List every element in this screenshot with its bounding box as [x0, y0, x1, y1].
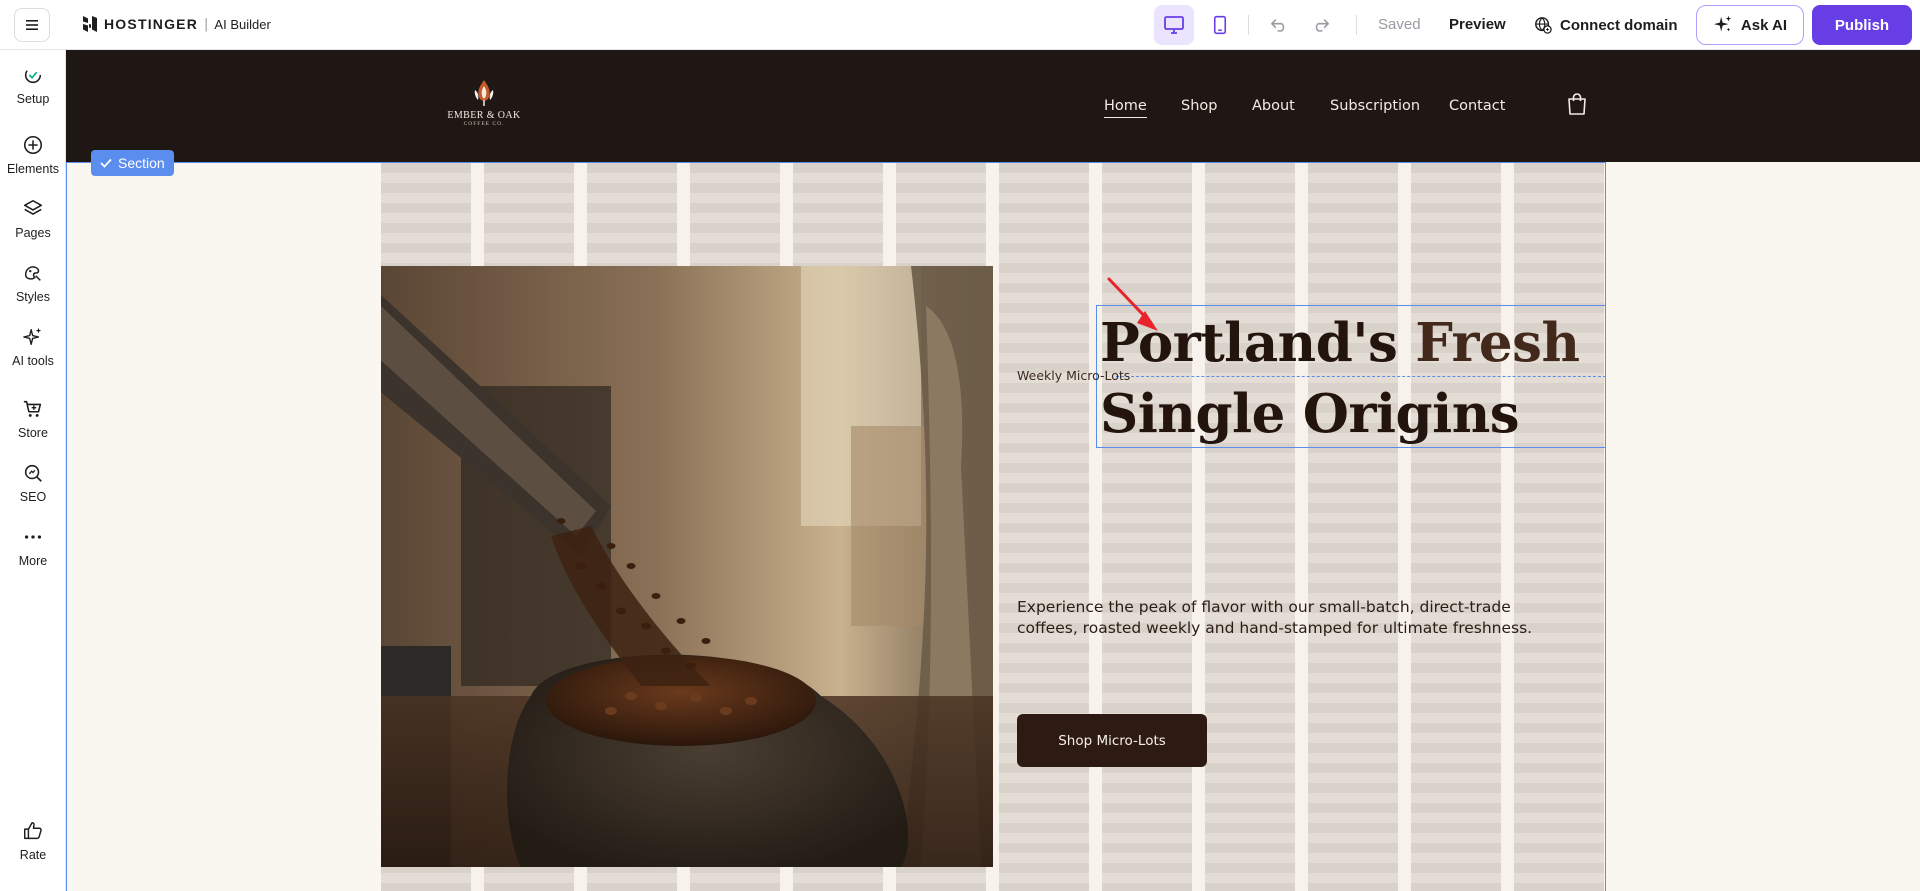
site-logo[interactable]: EMBER & OAK COFFEE CO. [446, 78, 522, 134]
check-icon [100, 158, 112, 168]
hero-eyebrow[interactable]: Weekly Micro-Lots [1017, 368, 1130, 383]
ask-ai-button[interactable]: Ask AI [1696, 5, 1804, 45]
logo-name: EMBER & OAK [447, 110, 521, 121]
layers-icon [23, 199, 43, 215]
connect-domain-button[interactable]: Connect domain [1534, 12, 1678, 38]
shopping-bag-icon[interactable] [1566, 92, 1588, 116]
divider [1356, 15, 1357, 35]
hero-heading[interactable]: Portland's Fresh Single Origins [1100, 308, 1580, 450]
mobile-view-button[interactable] [1200, 5, 1240, 45]
desktop-view-button[interactable] [1154, 5, 1194, 45]
nav-contact[interactable]: Contact [1449, 98, 1505, 114]
undo-button[interactable] [1262, 10, 1296, 40]
redo-icon [1315, 18, 1329, 32]
heading-accent: Fresh [1415, 312, 1580, 374]
thumbs-up-icon [24, 822, 42, 840]
builder-topbar: HOSTINGER | AI Builder Saved Preview Con… [0, 0, 1920, 50]
sidebar-item-styles[interactable]: Styles [0, 262, 66, 318]
sidebar-item-seo[interactable]: SEO [0, 462, 66, 518]
sidebar-item-pages[interactable]: Pages [0, 198, 66, 254]
hostinger-brand[interactable]: HOSTINGER | AI Builder [82, 15, 271, 33]
desktop-icon [1164, 16, 1184, 34]
ai-sparkle-icon [1713, 15, 1732, 32]
sidebar-item-label: AI tools [12, 354, 54, 368]
guide-line [1116, 376, 1606, 377]
preview-button[interactable]: Preview [1449, 16, 1506, 33]
logo-subtitle: COFFEE CO. [463, 121, 505, 127]
globe-icon [1535, 17, 1552, 34]
sidebar-item-elements[interactable]: Elements [0, 134, 66, 190]
nav-subscription[interactable]: Subscription [1330, 98, 1420, 114]
brand-separator: | [204, 16, 209, 32]
annotation-arrow-icon [1107, 277, 1158, 331]
cart-icon [23, 400, 42, 417]
editor-canvas[interactable]: EMBER & OAK COFFEE CO. Home Shop About S… [66, 50, 1920, 891]
sidebar-item-label: Store [18, 426, 48, 440]
flame-leaf-logo-icon [474, 80, 494, 106]
divider [1248, 15, 1249, 35]
hostinger-logo-icon [82, 15, 98, 33]
connect-domain-label: Connect domain [1560, 16, 1678, 34]
nav-shop[interactable]: Shop [1181, 98, 1217, 114]
menu-button[interactable] [14, 8, 50, 42]
hamburger-icon [26, 20, 38, 30]
nav-home[interactable]: Home [1104, 98, 1147, 118]
nav-about[interactable]: About [1252, 98, 1295, 114]
sidebar-item-rate[interactable]: Rate [0, 820, 66, 876]
sidebar-item-label: More [18, 554, 48, 568]
sidebar-item-more[interactable]: More [0, 526, 66, 582]
palette-icon [24, 266, 41, 281]
undo-icon [1271, 18, 1285, 32]
builder-sidebar: Setup Elements Pages Styles AI tools Sto… [0, 50, 66, 891]
seo-search-icon [24, 464, 42, 482]
saved-status: Saved [1378, 16, 1421, 33]
section-tag-label: Section [118, 155, 165, 171]
sidebar-item-label: Elements [6, 162, 60, 176]
sidebar-item-ai-tools[interactable]: AI tools [0, 326, 66, 382]
ask-ai-label: Ask AI [1740, 16, 1788, 34]
sidebar-item-label: Styles [15, 290, 51, 304]
sparkles-icon [23, 327, 42, 346]
site-header[interactable]: EMBER & OAK COFFEE CO. Home Shop About S… [66, 50, 1920, 162]
publish-button[interactable]: Publish [1812, 5, 1912, 45]
hero-image-coffee-roaster[interactable] [381, 266, 993, 867]
sidebar-item-setup[interactable]: Setup [0, 64, 66, 120]
hero-description[interactable]: Experience the peak of flavor with our s… [1017, 597, 1537, 639]
redo-button[interactable] [1304, 10, 1338, 40]
shop-micro-lots-button[interactable]: Shop Micro-Lots [1017, 714, 1207, 767]
mobile-icon [1213, 15, 1227, 35]
setup-icon [24, 66, 42, 84]
sidebar-item-label: SEO [19, 490, 47, 504]
brand-product: AI Builder [214, 16, 271, 32]
plus-circle-icon [23, 135, 43, 155]
sidebar-item-label: Setup [16, 92, 50, 106]
sidebar-item-store[interactable]: Store [0, 398, 66, 454]
sidebar-item-label: Rate [19, 848, 47, 862]
heading-line2: Single Origins [1100, 383, 1520, 445]
sidebar-item-label: Pages [15, 226, 51, 240]
section-tag[interactable]: Section [91, 150, 174, 176]
more-dots-icon [24, 535, 42, 539]
brand-name: HOSTINGER [104, 16, 199, 32]
